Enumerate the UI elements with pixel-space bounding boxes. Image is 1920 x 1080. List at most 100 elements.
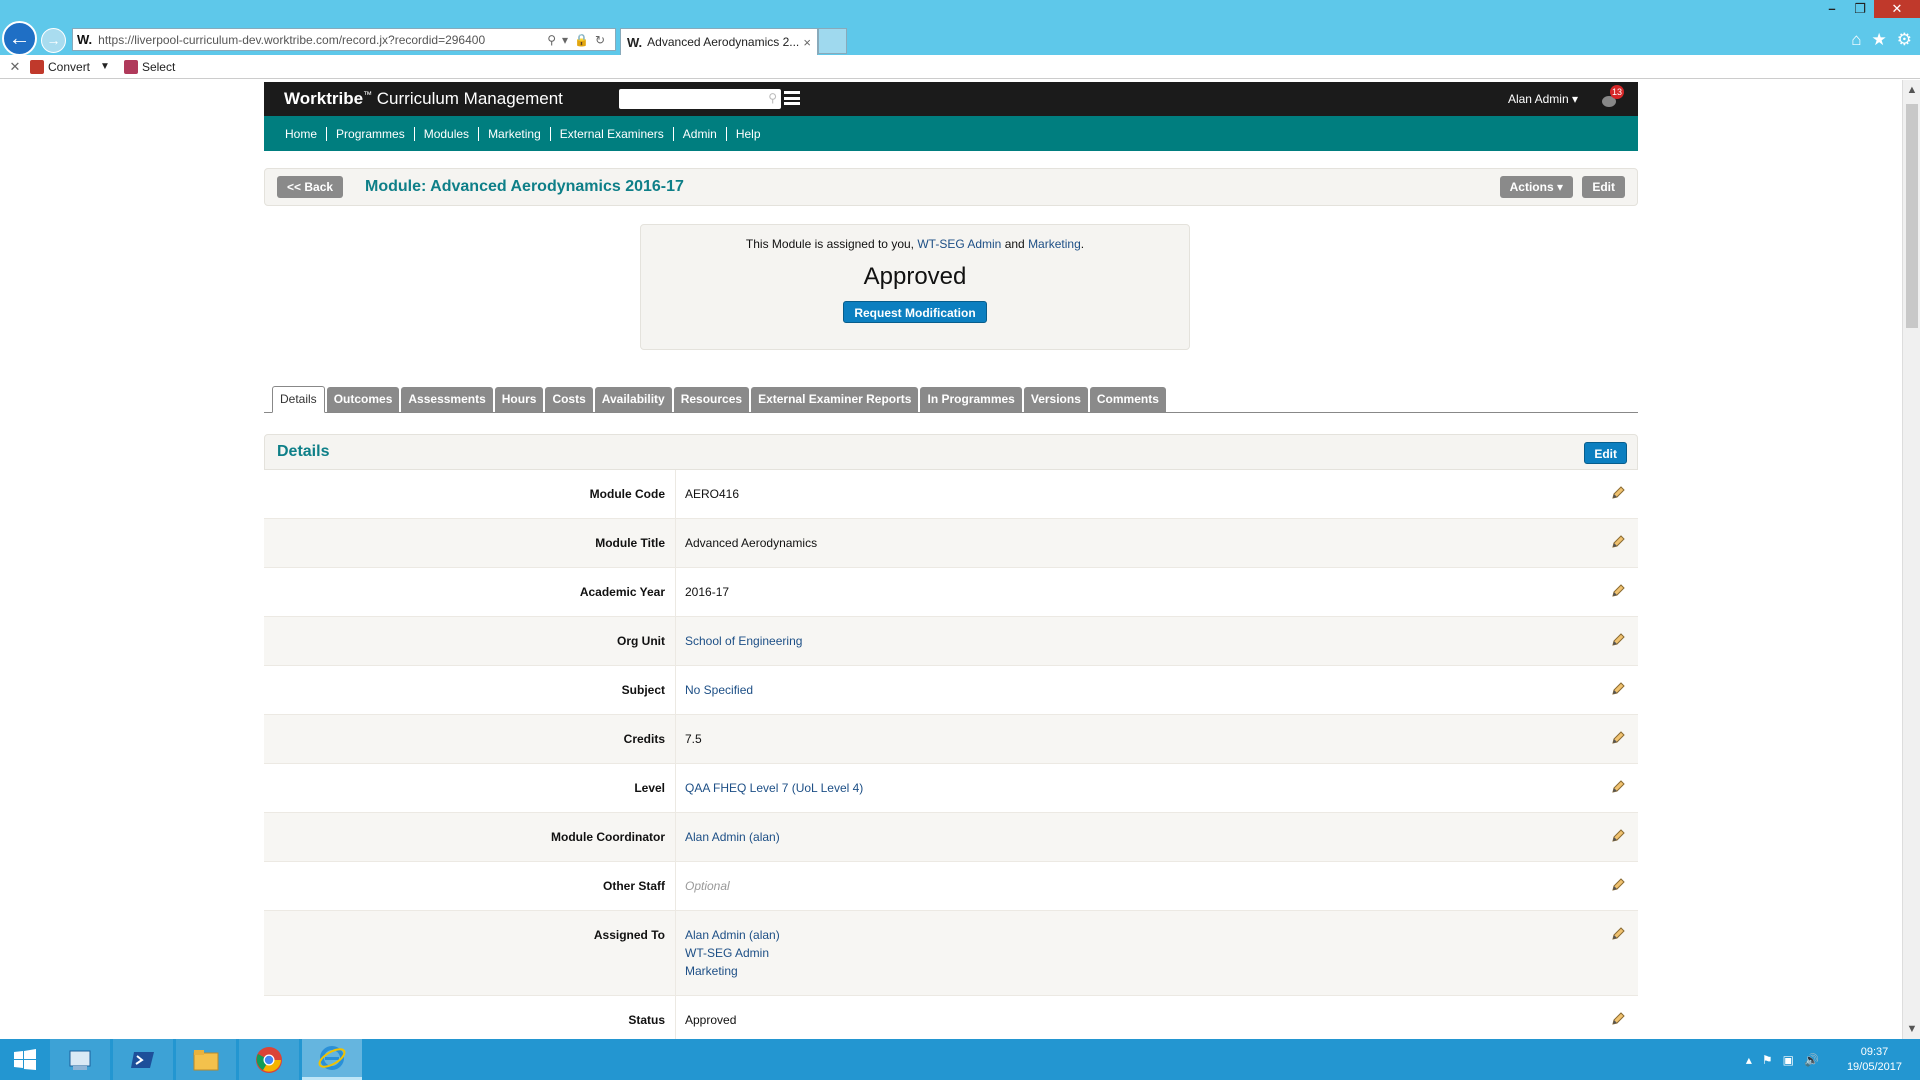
address-url[interactable]: https://liverpool-curriculum-dev.worktri… — [98, 33, 547, 47]
nav-help[interactable]: Help — [725, 126, 770, 141]
assignee-link-wt-seg-admin[interactable]: WT-SEG Admin — [917, 237, 1001, 251]
nav-admin[interactable]: Admin — [672, 126, 726, 141]
minimize-icon[interactable]: – — [1818, 0, 1846, 18]
notifications-icon[interactable]: 13 — [1602, 85, 1625, 107]
nav-home[interactable]: Home — [276, 127, 326, 141]
request-modification-button[interactable]: Request Modification — [843, 301, 987, 323]
scroll-down-icon[interactable]: ▼ — [1903, 1023, 1920, 1035]
edit-pencil-icon[interactable] — [1610, 779, 1626, 795]
address-bar[interactable]: W. https://liverpool-curriculum-dev.work… — [72, 28, 616, 51]
assigned-to-link[interactable]: Marketing — [685, 964, 1629, 978]
tab-hours[interactable]: Hours — [494, 387, 544, 412]
tab-assessments[interactable]: Assessments — [401, 387, 493, 412]
detail-row-level: Level QAA FHEQ Level 7 (UoL Level 4) — [264, 764, 1638, 813]
edit-pencil-icon[interactable] — [1610, 926, 1626, 942]
main-nav: Home Programmes Modules Marketing Extern… — [264, 116, 1638, 151]
field-label: Assigned To — [264, 911, 676, 995]
tab-costs[interactable]: Costs — [545, 387, 593, 412]
tab-availability[interactable]: Availability — [594, 387, 672, 412]
favorites-star-icon[interactable]: ★ — [1872, 30, 1887, 50]
edit-pencil-icon[interactable] — [1610, 632, 1626, 648]
back-button[interactable]: << Back — [277, 176, 344, 198]
app-title[interactable]: Worktribe™ Curriculum Management — [284, 89, 563, 109]
site-favicon: W. — [77, 32, 93, 47]
details-edit-button[interactable]: Edit — [1584, 442, 1627, 464]
scroll-up-icon[interactable]: ▲ — [1903, 84, 1920, 96]
restore-icon[interactable]: ❐ — [1846, 0, 1874, 18]
edit-pencil-icon[interactable] — [1610, 534, 1626, 550]
close-window-icon[interactable]: ✕ — [1874, 0, 1920, 18]
assignee-link-marketing[interactable]: Marketing — [1028, 237, 1081, 251]
search-input[interactable]: ⚲ — [619, 89, 781, 109]
page-scrollbar[interactable]: ▲ ▼ — [1902, 80, 1920, 1039]
taskbar-internet-explorer[interactable] — [302, 1039, 362, 1080]
assigned-to-link[interactable]: Alan Admin (alan) — [685, 928, 1629, 942]
convert-button[interactable]: Convert ▼ — [30, 59, 110, 74]
level-link[interactable]: QAA FHEQ Level 7 (UoL Level 4) — [685, 781, 1629, 795]
tab-comments[interactable]: Comments — [1089, 387, 1166, 412]
tab-title: Advanced Aerodynamics 2... — [647, 35, 800, 49]
scrollbar-thumb[interactable] — [1906, 104, 1918, 328]
select-button[interactable]: Select — [123, 59, 176, 74]
convert-dropdown-icon[interactable]: ▼ — [100, 61, 110, 72]
taskbar-chrome[interactable] — [239, 1039, 299, 1080]
edit-pencil-icon[interactable] — [1610, 1011, 1626, 1027]
edit-record-button[interactable]: Edit — [1582, 176, 1625, 198]
nav-external-examiners[interactable]: External Examiners — [549, 126, 673, 141]
nav-programmes[interactable]: Programmes — [326, 126, 414, 141]
user-menu[interactable]: Alan Admin ▾ — [1508, 92, 1578, 106]
assigned-to-link[interactable]: WT-SEG Admin — [685, 946, 1629, 960]
tab-external-examiner-reports[interactable]: External Examiner Reports — [751, 387, 919, 412]
home-icon[interactable]: ⌂ — [1851, 30, 1861, 50]
edit-pencil-icon[interactable] — [1610, 877, 1626, 893]
tab-in-programmes[interactable]: In Programmes — [920, 387, 1022, 412]
actions-dropdown-button[interactable]: Actions ▾ — [1499, 176, 1573, 198]
start-button[interactable] — [0, 1039, 50, 1080]
nav-modules[interactable]: Modules — [413, 126, 478, 141]
powershell-icon — [131, 1051, 154, 1068]
edit-pencil-icon[interactable] — [1610, 485, 1626, 501]
windows-taskbar: ▴⚑▣🔊 09:37 19/05/2017 — [0, 1039, 1920, 1080]
tab-outcomes[interactable]: Outcomes — [326, 387, 400, 412]
browser-back-button[interactable]: ← — [2, 21, 37, 56]
page-title: Module: Advanced Aerodynamics 2016-17 — [365, 178, 684, 195]
taskbar-clock[interactable]: 09:37 19/05/2017 — [1847, 1045, 1902, 1075]
taskbar-file-explorer[interactable] — [176, 1039, 236, 1080]
coordinator-link[interactable]: Alan Admin (alan) — [685, 830, 1629, 844]
command-bar: ✕ Convert ▼ Select — [0, 55, 1920, 79]
details-title: Details — [277, 443, 330, 460]
browser-tab-active[interactable]: W. Advanced Aerodynamics 2... × — [620, 28, 818, 55]
menu-icon[interactable] — [784, 89, 800, 107]
tab-versions[interactable]: Versions — [1023, 387, 1088, 412]
edit-pencil-icon[interactable] — [1610, 583, 1626, 599]
tab-close-icon[interactable]: × — [803, 35, 817, 50]
field-label: Academic Year — [264, 568, 676, 616]
address-bar-icons[interactable]: ⚲▾🔒↻ — [547, 33, 615, 47]
edit-pencil-icon[interactable] — [1610, 681, 1626, 697]
org-unit-link[interactable]: School of Engineering — [685, 634, 1629, 648]
edit-pencil-icon[interactable] — [1610, 828, 1626, 844]
tab-details[interactable]: Details — [272, 386, 325, 413]
settings-gear-icon[interactable]: ⚙ — [1897, 30, 1912, 50]
search-icon[interactable]: ⚲ — [768, 91, 777, 105]
field-label: Status — [264, 996, 676, 1039]
subject-link[interactable]: No Specified — [685, 683, 1629, 697]
edit-pencil-icon[interactable] — [1610, 730, 1626, 746]
field-label: Other Staff — [264, 862, 676, 910]
convert-icon — [30, 59, 44, 74]
field-placeholder: Optional — [685, 879, 730, 893]
system-tray: ▴⚑▣🔊 09:37 19/05/2017 — [1746, 1039, 1902, 1080]
select-label: Select — [141, 59, 176, 74]
taskbar-server-manager[interactable] — [50, 1039, 110, 1080]
detail-row-credits: Credits 7.5 — [264, 715, 1638, 764]
new-tab-button[interactable] — [818, 28, 847, 54]
command-bar-close-icon[interactable]: ✕ — [0, 59, 30, 75]
taskbar-powershell[interactable] — [113, 1039, 173, 1080]
tray-icons[interactable]: ▴⚑▣🔊 — [1746, 1053, 1829, 1067]
assignment-text: This Module is assigned to you, WT-SEG A… — [745, 237, 1085, 251]
tab-resources[interactable]: Resources — [673, 387, 750, 412]
details-section-header: Details Edit — [264, 434, 1638, 470]
browser-forward-button[interactable]: → — [41, 28, 66, 53]
field-value: Advanced Aerodynamics — [685, 536, 818, 550]
nav-marketing[interactable]: Marketing — [478, 126, 550, 141]
